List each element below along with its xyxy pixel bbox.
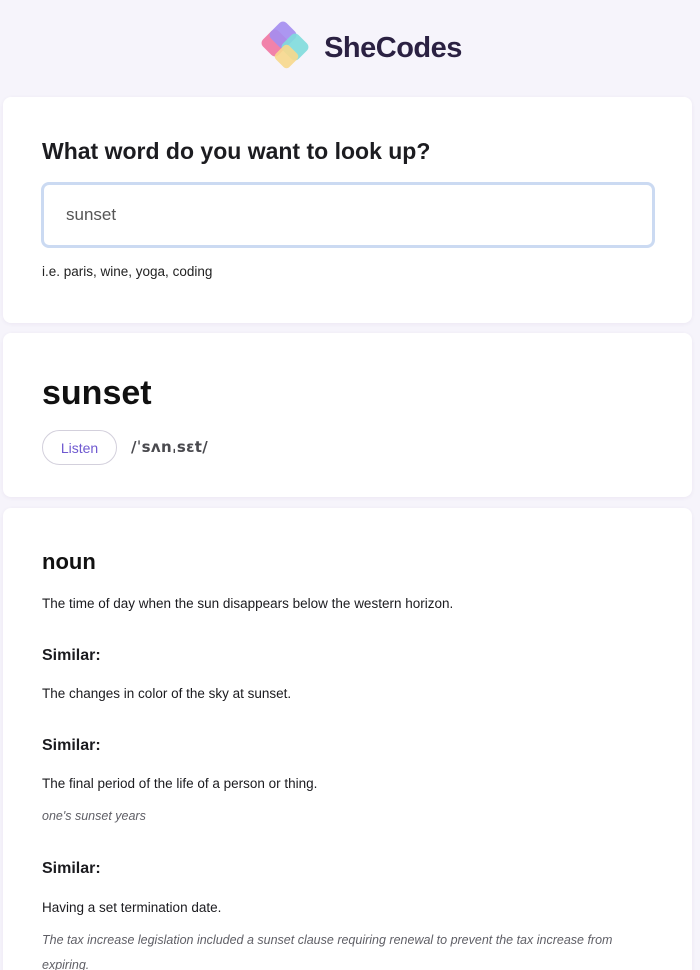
shecodes-logo-icon (261, 21, 309, 69)
definition-text: The final period of the life of a person… (42, 776, 318, 791)
definition-text: Having a set termination date. (42, 900, 222, 915)
search-heading: What word do you want to look up? (42, 138, 431, 164)
brand-name: SheCodes (324, 31, 462, 64)
header: SheCodes (0, 0, 700, 96)
example-text: The tax increase legislation included a … (42, 933, 613, 970)
meaning-card: noun The time of day when the sun disapp… (3, 508, 692, 970)
part-of-speech: noun (42, 549, 96, 574)
search-card: What word do you want to look up? i.e. p… (3, 97, 692, 323)
search-input[interactable] (41, 182, 655, 248)
word-title: sunset (42, 374, 152, 412)
phonetic-text: /ˈsʌnˌsɛt/ (131, 438, 208, 456)
listen-button[interactable]: Listen (42, 430, 117, 465)
search-hint: i.e. paris, wine, yoga, coding (42, 264, 213, 279)
definition-text: The changes in color of the sky at sunse… (42, 686, 292, 701)
similar-heading: Similar: (42, 860, 101, 877)
similar-heading: Similar: (42, 737, 101, 754)
definition-text: The time of day when the sun disappears … (42, 596, 454, 611)
example-text: one's sunset years (42, 809, 146, 823)
similar-heading: Similar: (42, 647, 101, 664)
word-card: sunset Listen /ˈsʌnˌsɛt/ (3, 333, 692, 497)
shecodes-logo[interactable]: SheCodes (258, 20, 462, 76)
